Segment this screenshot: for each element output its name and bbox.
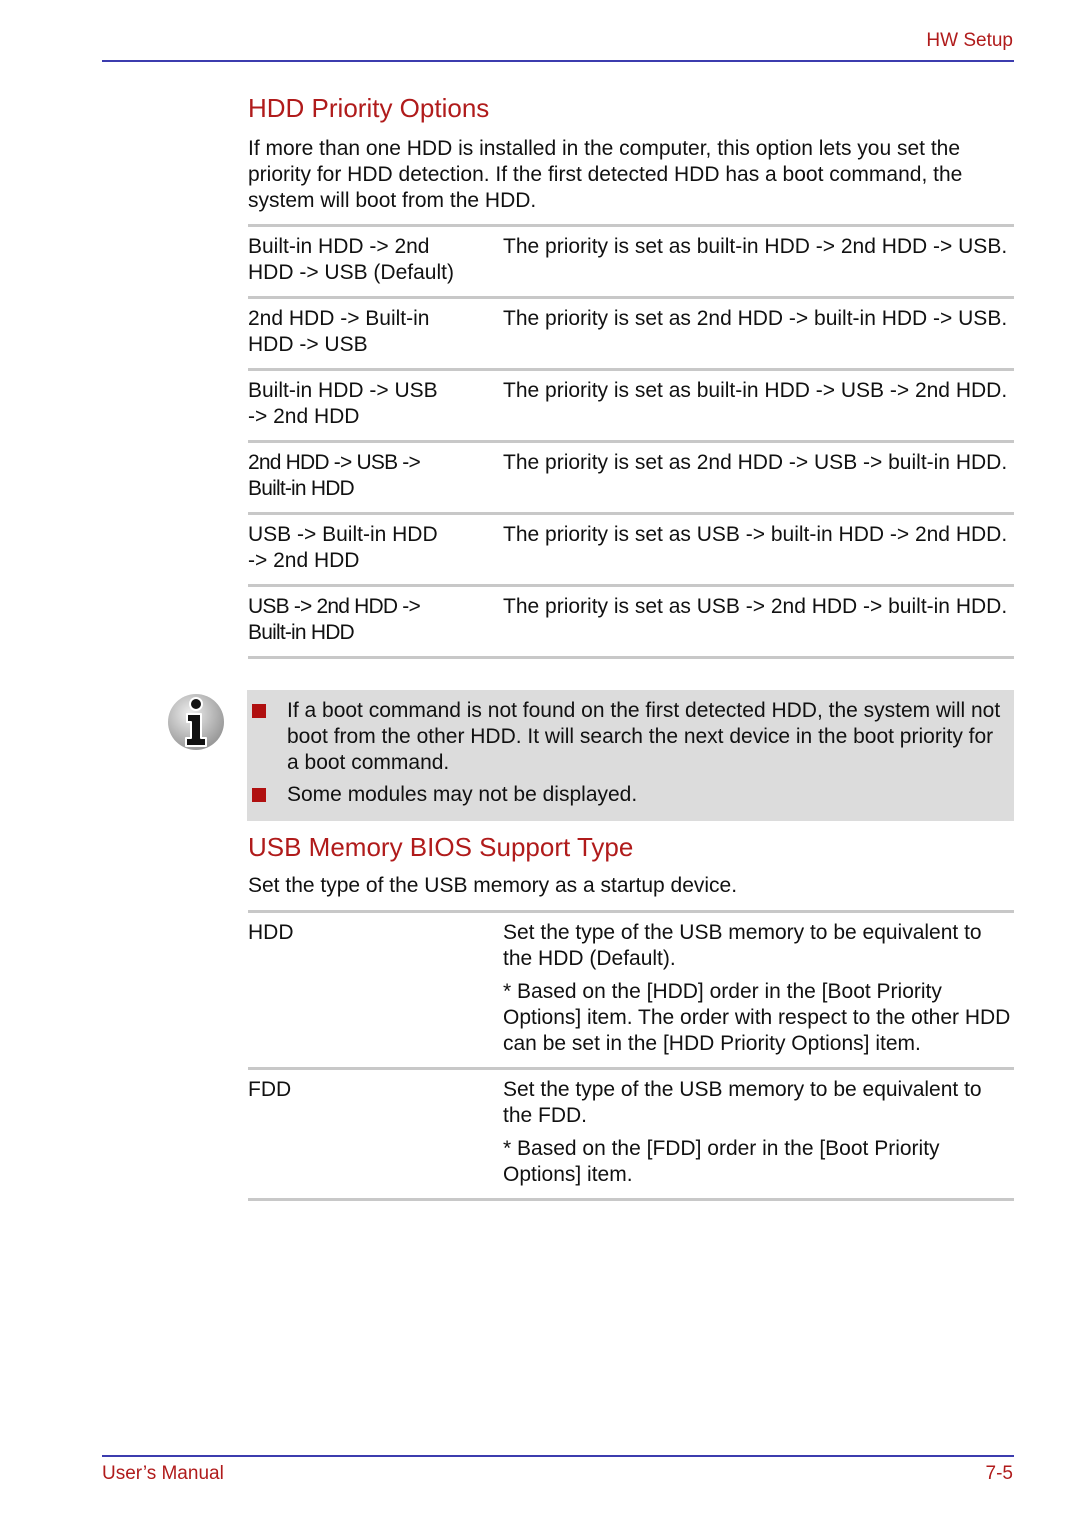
option-name: FDD (248, 1078, 292, 1101)
option-name: USB -> 2nd HDD -> Built-in HDD (248, 595, 421, 644)
table-row: 2nd HDD -> USB -> Built-in HDD The prior… (248, 443, 1014, 515)
running-header: HW Setup (926, 30, 1013, 51)
option-name: Built-in HDD -> USB -> 2nd HDD (248, 379, 438, 428)
option-description: The priority is set as built-in HDD -> 2… (503, 235, 1008, 258)
option-description: The priority is set as USB -> built-in H… (503, 523, 1008, 546)
option-name: Built-in HDD -> 2nd HDD -> USB (Default) (248, 235, 454, 284)
table-row: HDD Set the type of the USB memory to be… (248, 913, 1014, 1070)
section-title-hdd-priority: HDD Priority Options (248, 93, 490, 123)
hdd-priority-intro: If more than one HDD is installed in the… (248, 137, 963, 212)
option-name: 2nd HDD -> Built-in HDD -> USB (248, 307, 430, 356)
option-note-text: * Based on the [HDD] order in the [Boot … (503, 980, 1011, 1055)
option-description: Set the type of the USB memory to be equ… (503, 1077, 1014, 1188)
table-row: USB -> 2nd HDD -> Built-in HDD The prior… (248, 587, 1014, 659)
square-bullet-icon (252, 704, 266, 718)
option-name: USB -> Built-in HDD -> 2nd HDD (248, 523, 438, 572)
footer-manual-title: User’s Manual (102, 1463, 224, 1484)
option-name: 2nd HDD -> USB -> Built-in HDD (248, 451, 421, 500)
option-description: The priority is set as USB -> 2nd HDD ->… (503, 595, 1008, 618)
table-row: Built-in HDD -> 2nd HDD -> USB (Default)… (248, 227, 1014, 299)
note-box: If a boot command is not found on the fi… (247, 690, 1014, 821)
table-row: USB -> Built-in HDD -> 2nd HDD The prior… (248, 515, 1014, 587)
note-text: Some modules may not be displayed. (287, 783, 638, 806)
usb-memory-intro: Set the type of the USB memory as a star… (248, 874, 738, 897)
option-description-text: Set the type of the USB memory to be equ… (503, 921, 982, 970)
table-row: FDD Set the type of the USB memory to be… (248, 1070, 1014, 1201)
option-description: The priority is set as 2nd HDD -> built-… (503, 307, 1008, 330)
option-description: The priority is set as 2nd HDD -> USB ->… (503, 451, 1008, 474)
option-description-text: Set the type of the USB memory to be equ… (503, 1078, 982, 1127)
section-title-usb-memory: USB Memory BIOS Support Type (248, 832, 634, 862)
note-item: If a boot command is not found on the fi… (252, 698, 1007, 776)
table-row: 2nd HDD -> Built-in HDD -> USB The prior… (248, 299, 1014, 371)
usb-memory-table: HDD Set the type of the USB memory to be… (248, 910, 1014, 1201)
info-icon (166, 692, 226, 752)
option-description: Set the type of the USB memory to be equ… (503, 920, 1014, 1057)
footer-rule (102, 1455, 1014, 1457)
note-text: If a boot command is not found on the fi… (287, 699, 1001, 774)
square-bullet-icon (252, 788, 266, 802)
option-note-text: * Based on the [FDD] order in the [Boot … (503, 1137, 940, 1186)
option-name: HDD (248, 921, 294, 944)
header-rule (102, 60, 1014, 62)
note-item: Some modules may not be displayed. (252, 782, 1007, 808)
hdd-priority-table: Built-in HDD -> 2nd HDD -> USB (Default)… (248, 224, 1014, 659)
option-description: The priority is set as built-in HDD -> U… (503, 379, 1008, 402)
table-row: Built-in HDD -> USB -> 2nd HDD The prior… (248, 371, 1014, 443)
page-number: 7-5 (985, 1463, 1013, 1484)
